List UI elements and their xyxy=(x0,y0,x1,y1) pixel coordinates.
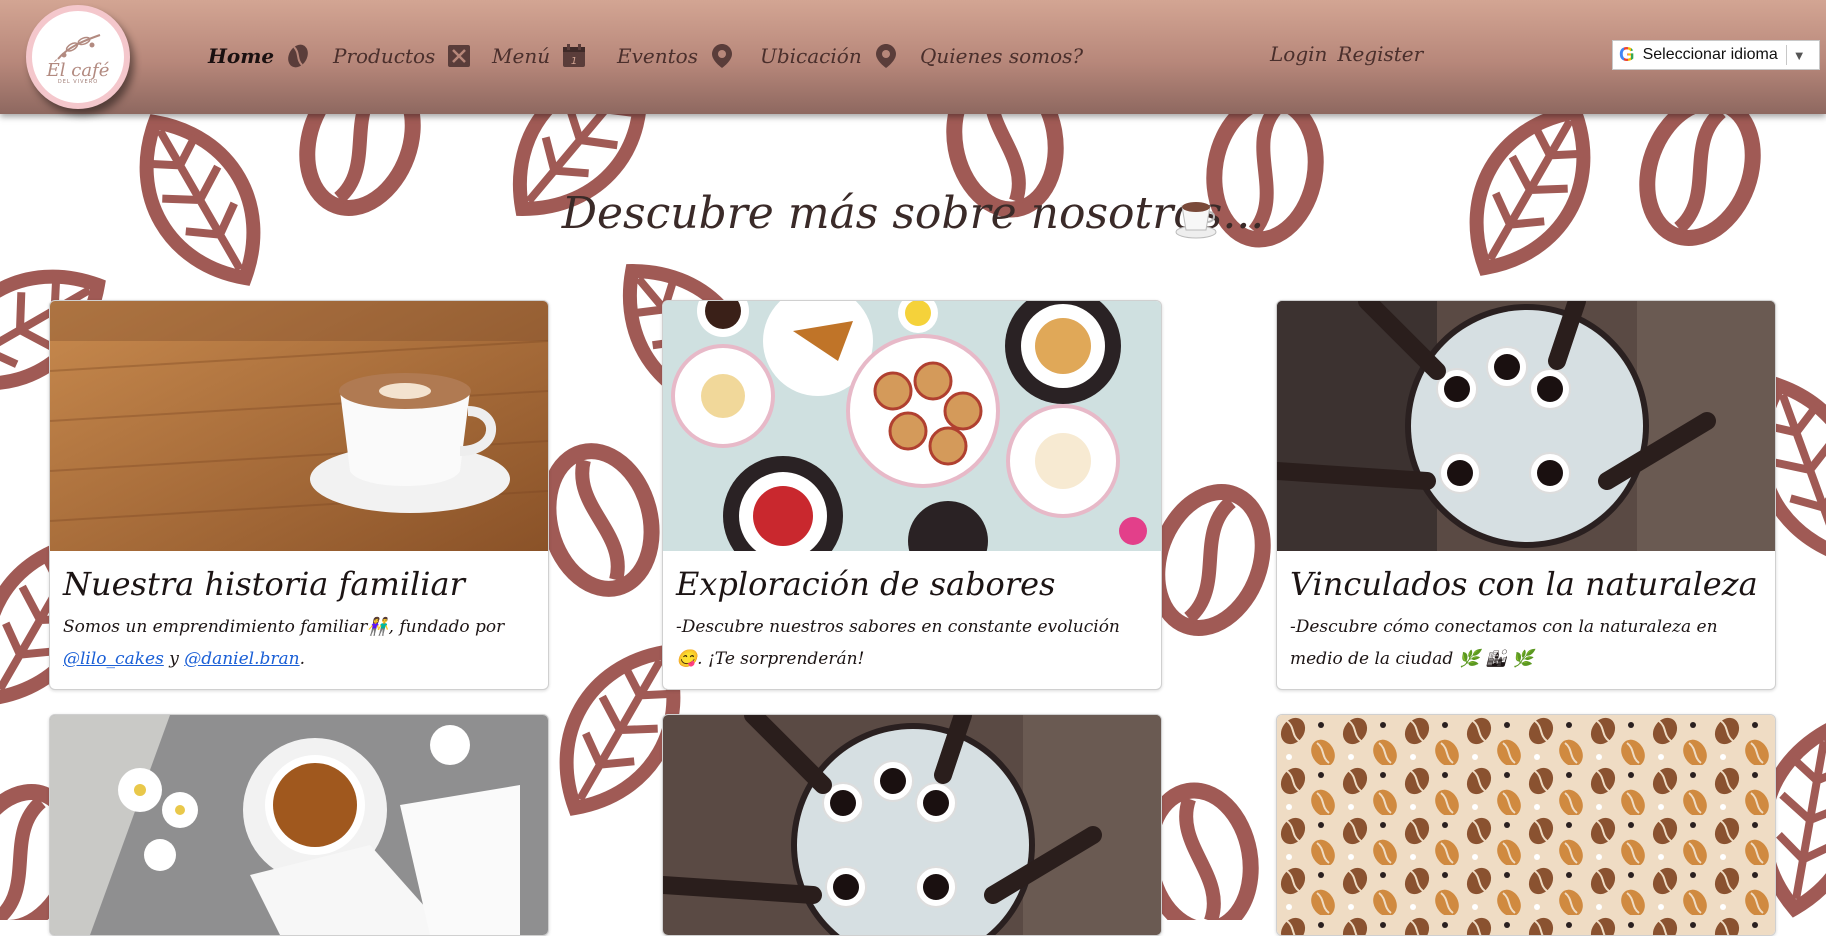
nav-home-label: Home xyxy=(208,44,275,68)
language-selector[interactable]: G Seleccionar idioma ▼ xyxy=(1612,40,1820,70)
tea-photo xyxy=(50,715,548,935)
nav-eventos[interactable]: Eventos xyxy=(617,40,736,72)
language-selector-label: Seleccionar idioma xyxy=(1642,46,1778,63)
card-title: Exploración de sabores xyxy=(676,565,1056,603)
auth-links: Login Register xyxy=(1270,42,1423,66)
card-body: Vinculados con la naturaleza -Descubre c… xyxy=(1277,551,1775,689)
pastries-photo xyxy=(663,301,1161,551)
nav-quienes-somos-label: Quienes somos? xyxy=(920,44,1084,68)
latte-photo xyxy=(50,301,548,551)
coffee-table-photo xyxy=(1277,301,1775,551)
coffee-table-photo xyxy=(663,715,1161,935)
card-image-table xyxy=(1277,301,1775,551)
nav-ubicacion-label: Ubicación xyxy=(760,44,862,68)
login-link[interactable]: Login xyxy=(1270,42,1327,66)
card-te[interactable] xyxy=(49,714,549,936)
map-pin-icon xyxy=(711,44,732,68)
coffee-bean-icon xyxy=(288,44,308,68)
nav-productos-label: Productos xyxy=(333,44,436,68)
google-icon: G xyxy=(1619,43,1635,66)
card-encuentros[interactable] xyxy=(662,714,1162,936)
card-naturaleza[interactable]: Vinculados con la naturaleza -Descubre c… xyxy=(1276,300,1776,690)
instagram-link-lilo[interactable]: @lilo_cakes xyxy=(63,649,164,669)
section-title: Descubre más sobre nosotros... xyxy=(561,188,1265,239)
card-body: Exploración de sabores -Descubre nuestro… xyxy=(663,551,1161,689)
card-sabores[interactable]: Exploración de sabores -Descubre nuestro… xyxy=(662,300,1162,690)
nav-ubicacion[interactable]: Ubicación xyxy=(760,40,900,72)
chevron-down-icon: ▼ xyxy=(1792,47,1806,63)
card-image-pastries xyxy=(663,301,1161,551)
nav-menu-label: Menú xyxy=(492,44,551,68)
card-text: -Descubre cómo conectamos con la natural… xyxy=(1290,617,1718,669)
register-link[interactable]: Register xyxy=(1337,42,1423,66)
nav-eventos-label: Eventos xyxy=(617,44,698,68)
nav-menu[interactable]: Menú 1 xyxy=(492,40,588,72)
brand-name: Él café xyxy=(46,60,110,81)
utensils-icon xyxy=(448,45,471,67)
card-historia[interactable]: Nuestra historia familiar Somos un empre… xyxy=(49,300,549,690)
card-title: Vinculados con la naturaleza xyxy=(1290,565,1758,603)
map-pin-icon xyxy=(875,44,896,68)
card-text: -Descubre nuestros sabores en constante … xyxy=(676,617,1120,669)
nav-quienes-somos[interactable]: Quienes somos? xyxy=(920,40,1083,72)
card-image-latte xyxy=(50,301,548,551)
card-granos[interactable] xyxy=(1276,714,1776,936)
selector-divider xyxy=(1785,45,1787,65)
card-text-intro: Somos un emprendimiento familiar👫, funda… xyxy=(63,617,505,637)
card-text-period: . xyxy=(299,649,306,669)
nav-home[interactable]: Home xyxy=(208,40,312,72)
calendar-icon: 1 xyxy=(563,44,586,67)
coffee-cup-icon xyxy=(1175,202,1217,239)
top-navbar: Él café DEL VIVERO Home Productos Menú 1… xyxy=(0,0,1826,114)
brand-logo[interactable]: Él café DEL VIVERO xyxy=(26,5,130,109)
svg-text:1: 1 xyxy=(571,56,577,67)
card-body: Nuestra historia familiar Somos un empre… xyxy=(50,551,548,689)
brand-tagline: DEL VIVERO xyxy=(57,79,99,85)
card-text-conjunction: y xyxy=(169,649,179,669)
card-text: Somos un emprendimiento familiar👫, funda… xyxy=(63,611,535,675)
nav-productos[interactable]: Productos xyxy=(333,40,473,72)
instagram-link-daniel[interactable]: @daniel.bran xyxy=(184,649,299,669)
card-title: Nuestra historia familiar xyxy=(63,565,465,603)
coffee-bean-pattern-photo xyxy=(1277,715,1775,935)
